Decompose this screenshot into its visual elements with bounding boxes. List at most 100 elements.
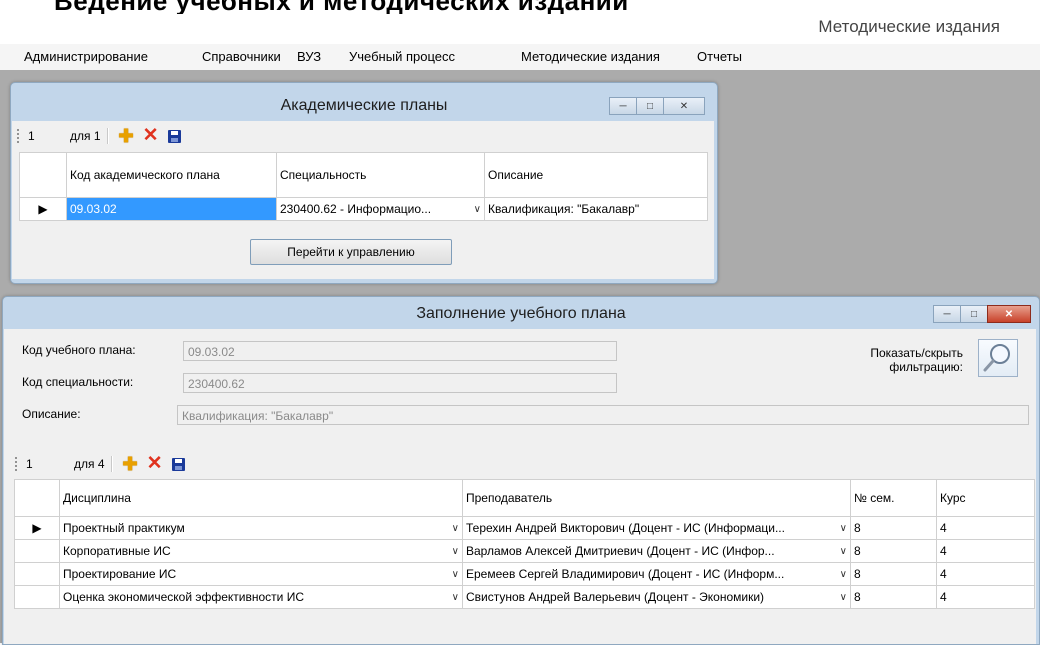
record-position[interactable]: 1	[28, 129, 70, 143]
cell-course[interactable]: 4	[936, 585, 1035, 609]
discipline-combo[interactable]: Проектный практикум ∨	[59, 516, 463, 540]
column-header-plan-code[interactable]: Код академического плана	[66, 152, 277, 198]
specialty-combo[interactable]: 230400.62 - Информацио... ∨	[276, 197, 485, 221]
row-pointer-icon[interactable]: ▶	[19, 197, 67, 221]
cell-semester[interactable]: 8	[850, 562, 937, 586]
menu-item-educational-process[interactable]: Учебный процесс	[347, 48, 457, 65]
academic-plans-window-controls: ─ □ ✕	[609, 97, 705, 115]
record-count: для 4	[74, 457, 105, 471]
table-row[interactable]: Проектирование ИС ∨ Еремеев Сергей Владим…	[14, 562, 1035, 586]
toolbar-grip[interactable]	[14, 456, 18, 472]
column-header-semester[interactable]: № сем.	[850, 479, 937, 517]
chevron-down-icon[interactable]: ∨	[448, 569, 459, 580]
academic-plans-toolbar: 1 для 1 ✚ ✕	[16, 125, 185, 147]
cell-course[interactable]: 4	[936, 539, 1035, 563]
table-row[interactable]: ▶ Проектный практикум ∨ Терехин Андрей Ви…	[14, 516, 1035, 540]
column-header-discipline[interactable]: Дисциплина	[59, 479, 463, 517]
cell-semester[interactable]: 8	[850, 539, 937, 563]
discipline-value: Проектирование ИС	[63, 567, 177, 581]
discipline-value: Корпоративные ИС	[63, 544, 171, 558]
plan-code-field[interactable]: 09.03.02	[183, 341, 617, 361]
menu-item-administration[interactable]: Администрирование	[22, 48, 150, 65]
go-to-management-button[interactable]: Перейти к управлению	[250, 239, 452, 265]
record-count: для 1	[70, 129, 101, 143]
close-icon[interactable]: ✕	[663, 97, 705, 115]
cell-semester[interactable]: 8	[850, 516, 937, 540]
plan-code-label: Код учебного плана:	[22, 343, 136, 357]
row-header[interactable]	[14, 562, 60, 586]
discipline-combo[interactable]: Оценка экономической эффективности ИС ∨	[59, 585, 463, 609]
column-header-description[interactable]: Описание	[484, 152, 708, 198]
chevron-down-icon[interactable]: ∨	[448, 592, 459, 603]
teacher-combo[interactable]: Свистунов Андрей Валерьевич (Доцент - Эк…	[462, 585, 851, 609]
discipline-combo[interactable]: Корпоративные ИС ∨	[59, 539, 463, 563]
discipline-combo[interactable]: Проектирование ИС ∨	[59, 562, 463, 586]
maximize-icon[interactable]: □	[636, 97, 664, 115]
menu-item-methodical-publications[interactable]: Методические издания	[519, 48, 662, 65]
toolbar-separator	[106, 128, 109, 144]
teacher-value: Терехин Андрей Викторович (Доцент - ИС (…	[466, 521, 785, 535]
discipline-value: Оценка экономической эффективности ИС	[63, 590, 304, 604]
filter-toggle-label: Показать/скрыть фильтрацию:	[870, 346, 963, 374]
cell-semester[interactable]: 8	[850, 585, 937, 609]
record-position[interactable]: 1	[26, 457, 74, 471]
teacher-value: Варламов Алексей Дмитриевич (Доцент - ИС…	[466, 544, 775, 558]
curriculum-window-controls: ─ □ ✕	[933, 305, 1031, 323]
delete-icon[interactable]: ✕	[143, 126, 159, 145]
teacher-combo[interactable]: Терехин Андрей Викторович (Доцент - ИС (…	[462, 516, 851, 540]
teacher-value: Еремеев Сергей Владимирович (Доцент - ИС…	[466, 567, 785, 581]
curriculum-window: Заполнение учебного плана ─ □ ✕ Код учеб…	[2, 296, 1040, 645]
grid-corner	[19, 152, 67, 198]
column-header-course[interactable]: Курс	[936, 479, 1035, 517]
teacher-combo[interactable]: Варламов Алексей Дмитриевич (Доцент - ИС…	[462, 539, 851, 563]
chevron-down-icon[interactable]: ∨	[836, 523, 847, 534]
menu-item-university[interactable]: ВУЗ	[295, 48, 323, 65]
add-icon[interactable]: ✚	[123, 455, 138, 473]
cell-course[interactable]: 4	[936, 562, 1035, 586]
menu-item-reports[interactable]: Отчеты	[695, 48, 744, 65]
cell-description[interactable]: Квалификация: "Бакалавр"	[484, 197, 708, 221]
table-row[interactable]: ▶ 09.03.02 230400.62 - Информацио... ∨ Кв…	[19, 197, 708, 221]
menu-item-directories[interactable]: Справочники	[200, 48, 283, 65]
column-header-teacher[interactable]: Преподаватель	[462, 479, 851, 517]
chevron-down-icon[interactable]: ∨	[448, 523, 459, 534]
save-icon[interactable]	[171, 457, 185, 471]
main-window-title: Методические издания	[818, 17, 1000, 36]
toolbar-grip[interactable]	[16, 128, 20, 144]
grid-corner	[14, 479, 60, 517]
chevron-down-icon[interactable]: ∨	[836, 546, 847, 557]
chevron-down-icon[interactable]: ∨	[836, 592, 847, 603]
column-header-specialty[interactable]: Специальность	[276, 152, 485, 198]
menu-bar: Администрирование Справочники ВУЗ Учебны…	[0, 44, 1040, 71]
chevron-down-icon[interactable]: ∨	[470, 204, 481, 215]
table-row[interactable]: Корпоративные ИС ∨ Варламов Алексей Дмитр…	[14, 539, 1035, 563]
row-header[interactable]	[14, 585, 60, 609]
page-caption-text: Ведение учебных и методических изданий	[54, 0, 629, 14]
chevron-down-icon[interactable]: ∨	[836, 569, 847, 580]
delete-icon[interactable]: ✕	[147, 454, 163, 473]
academic-plans-grid: Код академического плана Специальность О…	[19, 152, 708, 221]
row-header[interactable]	[14, 539, 60, 563]
table-row[interactable]: Оценка экономической эффективности ИС ∨ С…	[14, 585, 1035, 609]
chevron-down-icon[interactable]: ∨	[448, 546, 459, 557]
specialty-code-label: Код специальности:	[22, 375, 134, 389]
curriculum-title: Заполнение учебного плана	[416, 305, 626, 322]
cell-plan-code[interactable]: 09.03.02	[66, 197, 277, 221]
specialty-code-field[interactable]: 230400.62	[183, 373, 617, 393]
close-icon[interactable]: ✕	[987, 305, 1031, 323]
cell-course[interactable]: 4	[936, 516, 1035, 540]
curriculum-toolbar: 1 для 4 ✚ ✕	[14, 453, 189, 475]
description-field[interactable]: Квалификация: "Бакалавр"	[177, 405, 1029, 425]
maximize-icon[interactable]: □	[960, 305, 988, 323]
save-icon[interactable]	[167, 129, 181, 143]
minimize-icon[interactable]: ─	[933, 305, 961, 323]
add-icon[interactable]: ✚	[119, 127, 134, 145]
filter-toggle-button[interactable]	[978, 339, 1018, 377]
minimize-icon[interactable]: ─	[609, 97, 637, 115]
academic-plans-body: 1 для 1 ✚ ✕ Код академического плана Спе…	[12, 121, 714, 279]
academic-plans-window: Академические планы ─ □ ✕ 1 для 1 ✚ ✕ Ко…	[10, 82, 718, 284]
teacher-combo[interactable]: Еремеев Сергей Владимирович (Доцент - ИС…	[462, 562, 851, 586]
row-pointer-icon[interactable]: ▶	[14, 516, 60, 540]
toolbar-separator	[110, 456, 113, 472]
page-caption: Ведение учебных и методических изданий	[0, 0, 1040, 14]
